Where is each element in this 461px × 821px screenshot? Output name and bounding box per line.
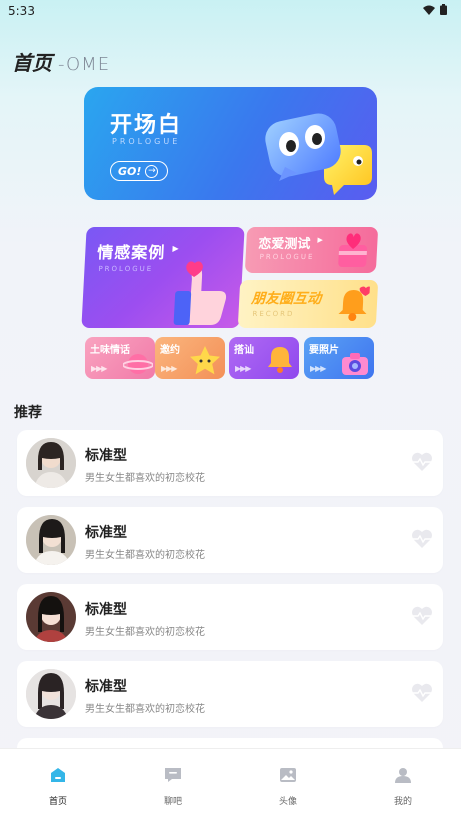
avatar xyxy=(26,438,76,488)
chat-bubbles-illustration xyxy=(265,113,372,195)
item-name: 标准型 xyxy=(85,602,127,618)
item-desc: 男生女生都喜欢的初恋校花 xyxy=(85,550,205,561)
user-icon xyxy=(395,768,411,783)
tab-mine-label: 我的 xyxy=(393,797,412,807)
image-icon xyxy=(280,768,296,782)
card-moments-subtitle: RECORD xyxy=(252,310,295,318)
section-title-recommend: 推荐 xyxy=(14,405,42,421)
tab-home-label: 首页 xyxy=(48,797,67,807)
card-case-title: 情感案例 xyxy=(96,243,166,262)
item-desc: 男生女生都喜欢的初恋校花 xyxy=(85,473,205,484)
battery-icon xyxy=(440,4,447,15)
card-case-subtitle: PROLOGUE xyxy=(98,265,154,273)
list-item[interactable]: 标准型 男生女生都喜欢的初恋校花 xyxy=(17,661,443,727)
page-title: 首页 xyxy=(12,51,52,75)
planet-icon xyxy=(123,354,153,374)
arrows-icon: ▶▶▶ xyxy=(310,364,327,373)
card-moments-title: 朋友圈互动 xyxy=(250,291,322,307)
list-item[interactable]: 标准型 男生女生都喜欢的初恋校花 xyxy=(17,430,443,496)
status-time: 5:33 xyxy=(8,4,35,18)
banner-title: 开场白 xyxy=(110,113,183,138)
card-love-title: 恋爱测试 xyxy=(257,237,311,252)
item-name: 标准型 xyxy=(85,448,127,464)
heart-pulse-icon[interactable] xyxy=(411,683,433,703)
item-name: 标准型 xyxy=(85,679,127,695)
star-face-icon xyxy=(190,346,220,375)
card-love-test[interactable]: 恋爱测试 ▶ PROLOGUE xyxy=(244,227,379,273)
heart-pulse-icon[interactable] xyxy=(411,452,433,472)
recommend-list: 标准型 男生女生都喜欢的初恋校花 标准型 男生女生都喜欢的初恋校花 标准型 男生… xyxy=(17,430,443,738)
arrows-icon: ▶▶▶ xyxy=(235,364,252,373)
tab-mine[interactable]: 我的 xyxy=(373,767,433,807)
heart-pulse-icon[interactable] xyxy=(411,606,433,626)
tab-chat[interactable]: 聊吧 xyxy=(143,767,203,807)
card-moments-interaction[interactable]: 朋友圈互动 RECORD xyxy=(237,280,379,328)
triangle-right-icon: ▶ xyxy=(317,236,324,244)
shortcut-label: 要照片 xyxy=(309,345,339,356)
card-love-subtitle: PROLOGUE xyxy=(259,253,315,261)
arrows-icon: ▶▶▶ xyxy=(161,364,178,373)
status-icons xyxy=(423,4,447,15)
camera-icon xyxy=(342,353,368,375)
item-desc: 男生女生都喜欢的初恋校花 xyxy=(85,627,205,638)
card-emotion-case[interactable]: 情感案例 ▶ PROLOGUE xyxy=(81,227,245,328)
avatar xyxy=(26,515,76,565)
tab-home[interactable]: 首页 xyxy=(28,767,88,807)
arrows-icon: ▶▶▶ xyxy=(91,364,108,373)
heart-pulse-icon[interactable] xyxy=(411,529,433,549)
arrow-right-icon: → xyxy=(145,164,159,178)
thumbs-up-icon xyxy=(173,261,227,325)
triangle-right-icon: ▶ xyxy=(172,244,179,253)
shortcut-pickup[interactable]: 搭讪 ▶▶▶ xyxy=(229,337,299,379)
tab-avatar-label: 头像 xyxy=(278,797,297,807)
tab-avatar[interactable]: 头像 xyxy=(258,767,318,807)
banner-go-label: GO! xyxy=(118,164,142,178)
prologue-banner[interactable]: 开场白 PROLOGUE GO! → xyxy=(84,87,377,200)
status-bar: 5:33 xyxy=(0,0,461,24)
banner-go-button[interactable]: GO! → xyxy=(110,161,168,181)
shortcut-label: 搭讪 xyxy=(234,345,254,356)
item-desc: 男生女生都喜欢的初恋校花 xyxy=(85,704,205,715)
shortcut-label: 邀约 xyxy=(160,345,180,356)
chat-icon xyxy=(165,768,181,782)
shortcut-ask-photo[interactable]: 要照片 ▶▶▶ xyxy=(304,337,374,379)
shortcut-invite[interactable]: 邀约 ▶▶▶ xyxy=(155,337,225,379)
heart-gift-icon xyxy=(338,233,368,267)
item-name: 标准型 xyxy=(85,525,127,541)
wifi-icon xyxy=(423,5,435,15)
banner-subtitle: PROLOGUE xyxy=(112,137,181,146)
bell-toy-icon xyxy=(268,347,292,373)
bottom-tab-bar: 首页 聊吧 头像 我的 xyxy=(0,748,461,821)
list-item[interactable]: 标准型 男生女生都喜欢的初恋校花 xyxy=(17,584,443,650)
avatar xyxy=(26,592,76,642)
bell-icon xyxy=(338,286,370,321)
home-icon xyxy=(51,768,65,782)
page-header: 首页 -OME xyxy=(12,47,110,76)
list-item[interactable]: 标准型 男生女生都喜欢的初恋校花 xyxy=(17,507,443,573)
shortcut-cheesy-lines[interactable]: 土味情话 ▶▶▶ xyxy=(85,337,155,379)
page-subtitle: -OME xyxy=(58,54,111,75)
avatar xyxy=(26,669,76,719)
tab-chat-label: 聊吧 xyxy=(163,797,182,807)
